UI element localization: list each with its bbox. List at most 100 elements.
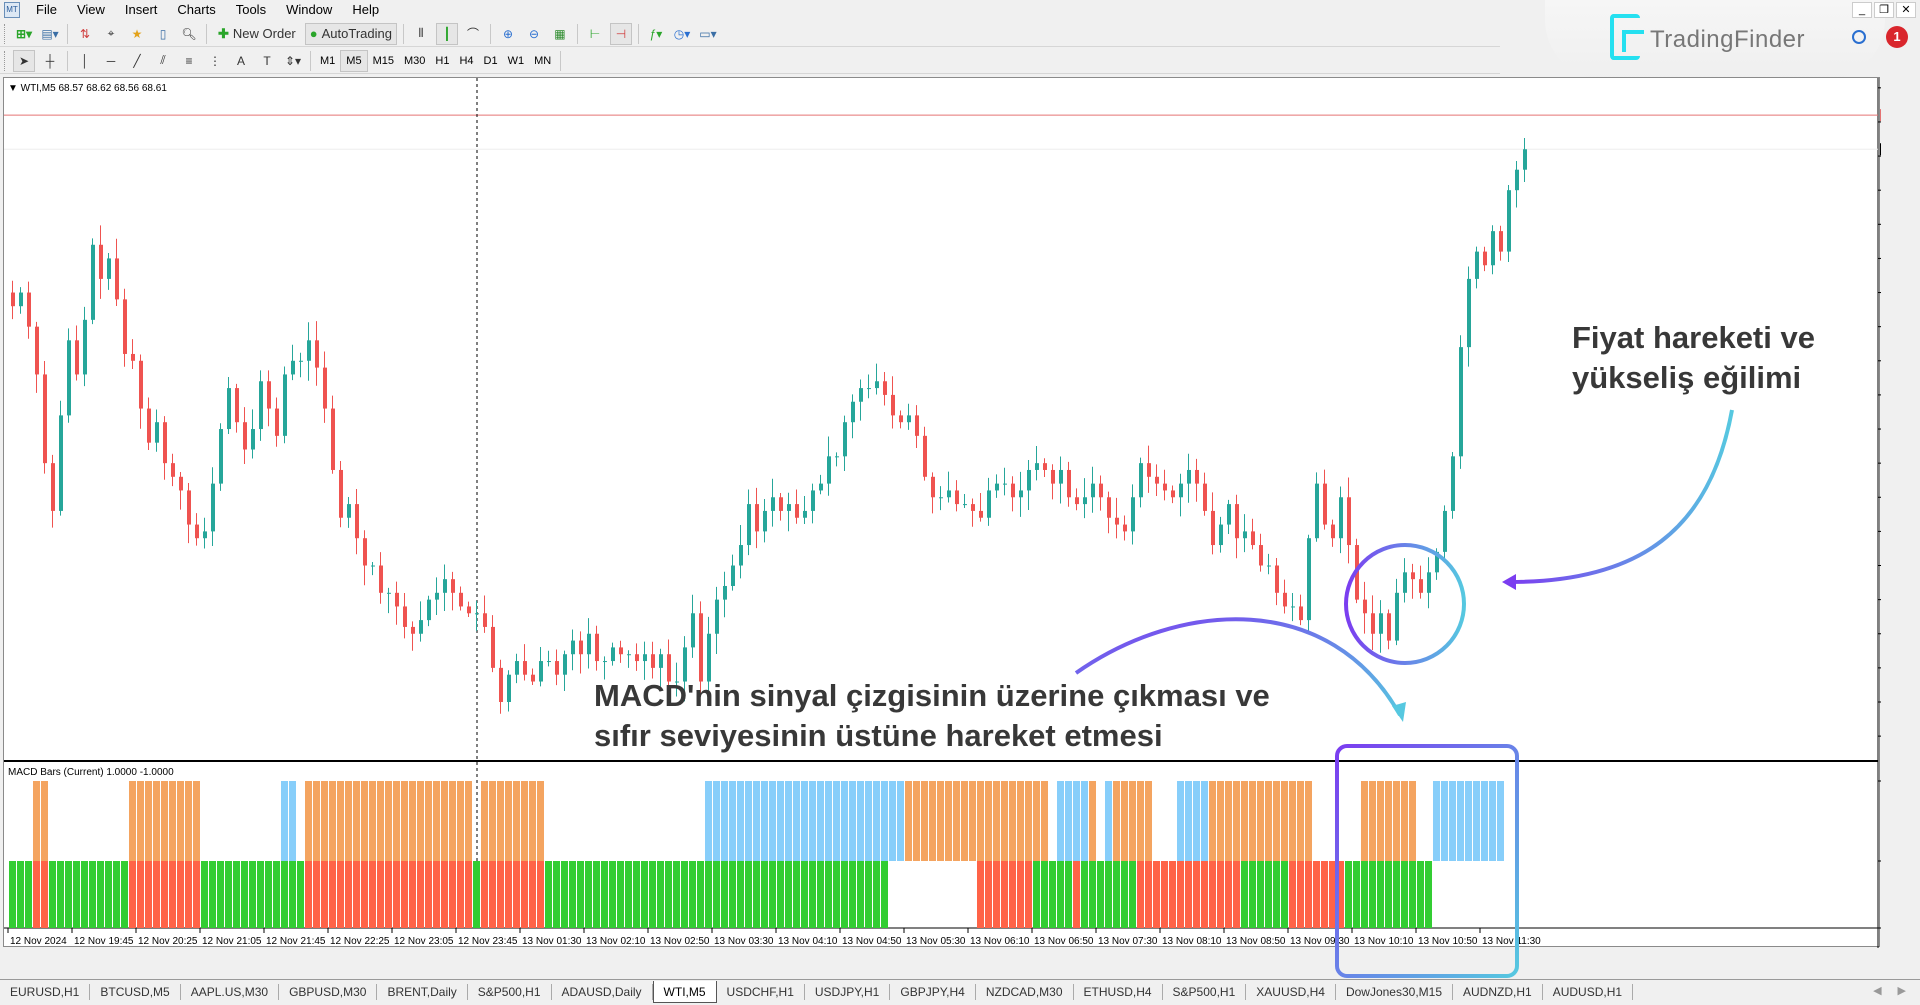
data-window-icon[interactable]: ⌖ [100,23,122,45]
autotrading-button[interactable]: ● AutoTrading [304,22,397,45]
text-icon[interactable]: A [230,50,252,72]
cursor-icon[interactable]: ➤ [13,49,35,72]
new-chart-icon[interactable]: ⊞▾ [13,23,35,45]
chart-canvas[interactable]: 68.7068.6568.6068.5568.5068.4568.4068.35… [4,78,1881,948]
candle-body [555,661,559,675]
notification-badge[interactable]: 1 [1886,26,1908,48]
macd-bar-top [489,781,496,861]
crosshair-icon[interactable]: ┼ [39,50,61,72]
macd-bar-bottom [529,861,536,928]
macd-bar-bottom [769,861,776,928]
candlestick-chart-icon[interactable]: ┃ [435,22,458,45]
chart-tab[interactable]: USDCHF,H1 [717,983,805,1000]
minimize-button[interactable]: _ [1852,2,1872,18]
timeframe-m1[interactable]: M1 [315,50,340,72]
chart-tab[interactable]: NZDCAD,M30 [976,983,1074,1000]
scroll-left-icon[interactable]: ◀ [1873,984,1881,997]
tab-scroll[interactable]: ◀ ▶ [1873,984,1906,997]
chart-tab[interactable]: AUDUSD,H1 [1543,983,1634,1000]
line-chart-icon[interactable]: ⌒ [462,23,484,45]
navigator-icon[interactable]: ★ [126,23,148,45]
candle-body [995,483,999,491]
chart-tab[interactable]: AUDNZD,H1 [1453,983,1543,1000]
candle-body [187,490,191,525]
timeframe-m15[interactable]: M15 [368,50,399,72]
macd-bar-top [409,781,416,861]
menu-charts[interactable]: Charts [167,0,225,20]
macd-bar-bottom [449,861,456,928]
restore-button[interactable]: ❐ [1874,2,1894,18]
candle-body [171,463,175,477]
candle-body [1059,469,1063,484]
chart-tab[interactable]: XAUUSD,H4 [1246,983,1336,1000]
menu-view[interactable]: View [67,0,115,20]
market-watch-icon[interactable]: ⇅ [74,23,96,45]
macd-bar-bottom [1369,861,1376,928]
macd-bar-bottom [1257,861,1264,928]
templates-icon[interactable]: ▭▾ [697,23,719,45]
toolbar-grip[interactable] [4,23,7,44]
equidistant-channel-icon[interactable]: ⫽ [152,50,174,72]
candle-body [1427,572,1431,593]
timeframe-mn[interactable]: MN [529,50,556,72]
macd-bar-top [137,781,144,861]
candle-body [1195,469,1199,484]
macd-bar-top [1281,781,1288,861]
timeframe-h1[interactable]: H1 [430,50,454,72]
chart-tab[interactable]: GBPUSD,M30 [279,983,378,1000]
zoom-out-icon[interactable]: ⊖ [523,23,545,45]
periods-icon[interactable]: ◷▾ [671,23,693,45]
zoom-in-icon[interactable]: ⊕ [497,23,519,45]
timeframe-m5[interactable]: M5 [340,49,368,72]
text-label-icon[interactable]: T [256,50,278,72]
strategy-tester-icon[interactable]: 🔍︎ [178,23,200,45]
fibonacci-icon[interactable]: ≡ [178,50,200,72]
chart-tab[interactable]: BTCUSD,M5 [90,983,181,1000]
chart-tab[interactable]: S&P500,H1 [468,983,552,1000]
timeframe-w1[interactable]: W1 [503,50,530,72]
profiles-icon[interactable]: ▤▾ [39,23,61,45]
tile-windows-icon[interactable]: ▦ [549,23,571,45]
autoscroll-icon[interactable]: ⊣ [609,22,632,45]
candle-body [1227,504,1231,525]
terminal-icon[interactable]: ▯ [152,23,174,45]
bar-chart-icon[interactable]: ⫴ [410,23,432,45]
chart-tab[interactable]: EURUSD,H1 [0,983,91,1000]
timeframe-d1[interactable]: D1 [479,50,503,72]
timeframe-h4[interactable]: H4 [454,50,478,72]
fibo-fan-icon[interactable]: ⋮ [204,50,226,72]
macd-bar-bottom [585,861,592,928]
indicators-icon[interactable]: ƒ▾ [645,23,667,45]
chart-tab[interactable]: WTI,M5 [652,980,717,1003]
vertical-line-icon[interactable]: │ [74,50,96,72]
search-icon[interactable] [1852,30,1866,44]
chart-tab[interactable]: BRENT,Daily [377,983,468,1000]
chart-tab[interactable]: AAPL.US,M30 [181,983,280,1000]
menu-file[interactable]: File [26,0,67,20]
arrows-icon[interactable]: ⇕▾ [282,50,304,72]
menu-help[interactable]: Help [342,0,389,20]
chart-tab[interactable]: DowJones30,M15 [1336,983,1454,1000]
chart-tab[interactable]: USDJPY,H1 [805,983,891,1000]
chart-tab[interactable]: GBPJPY,H4 [890,983,976,1000]
close-button[interactable]: ✕ [1896,2,1916,18]
toolbar-grip[interactable] [4,50,7,71]
macd-bar-top [369,781,376,861]
chart-tab[interactable]: S&P500,H1 [1163,983,1247,1000]
menu-window[interactable]: Window [276,0,342,20]
macd-bar-bottom [1025,861,1032,928]
trendline-icon[interactable]: ╱ [126,50,148,72]
menu-insert[interactable]: Insert [115,0,168,20]
chart-tab[interactable]: ADAUSD,Daily [552,983,653,1000]
chart-shift-icon[interactable]: ⊢ [584,23,606,45]
scroll-right-icon[interactable]: ▶ [1898,984,1906,997]
chart-tab[interactable]: ETHUSD,H4 [1074,983,1163,1000]
timeframe-m30[interactable]: M30 [399,50,430,72]
macd-bar-top [281,781,288,861]
chart-window[interactable]: 68.7068.6568.6068.5568.5068.4568.4068.35… [3,77,1881,948]
new-order-button[interactable]: ✚ New Order [213,23,301,45]
menu-tools[interactable]: Tools [226,0,276,20]
horizontal-line-icon[interactable]: ─ [100,50,122,72]
macd-bar-bottom [1241,861,1248,928]
macd-bar-bottom [489,861,496,928]
